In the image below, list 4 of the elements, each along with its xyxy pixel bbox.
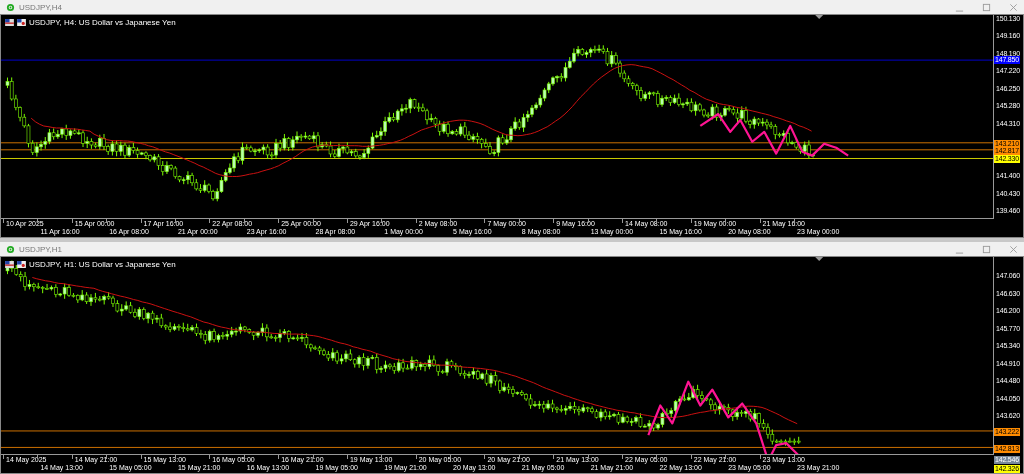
chart-legend: USDJPY, H4: US Dollar vs Japanese Yen <box>29 18 176 27</box>
window-title: USDJPY,H4 <box>19 2 62 12</box>
window-title: USDJPY,H1 <box>19 244 62 254</box>
chart-legend: USDJPY, H1: US Dollar vs Japanese Yen <box>29 260 176 269</box>
